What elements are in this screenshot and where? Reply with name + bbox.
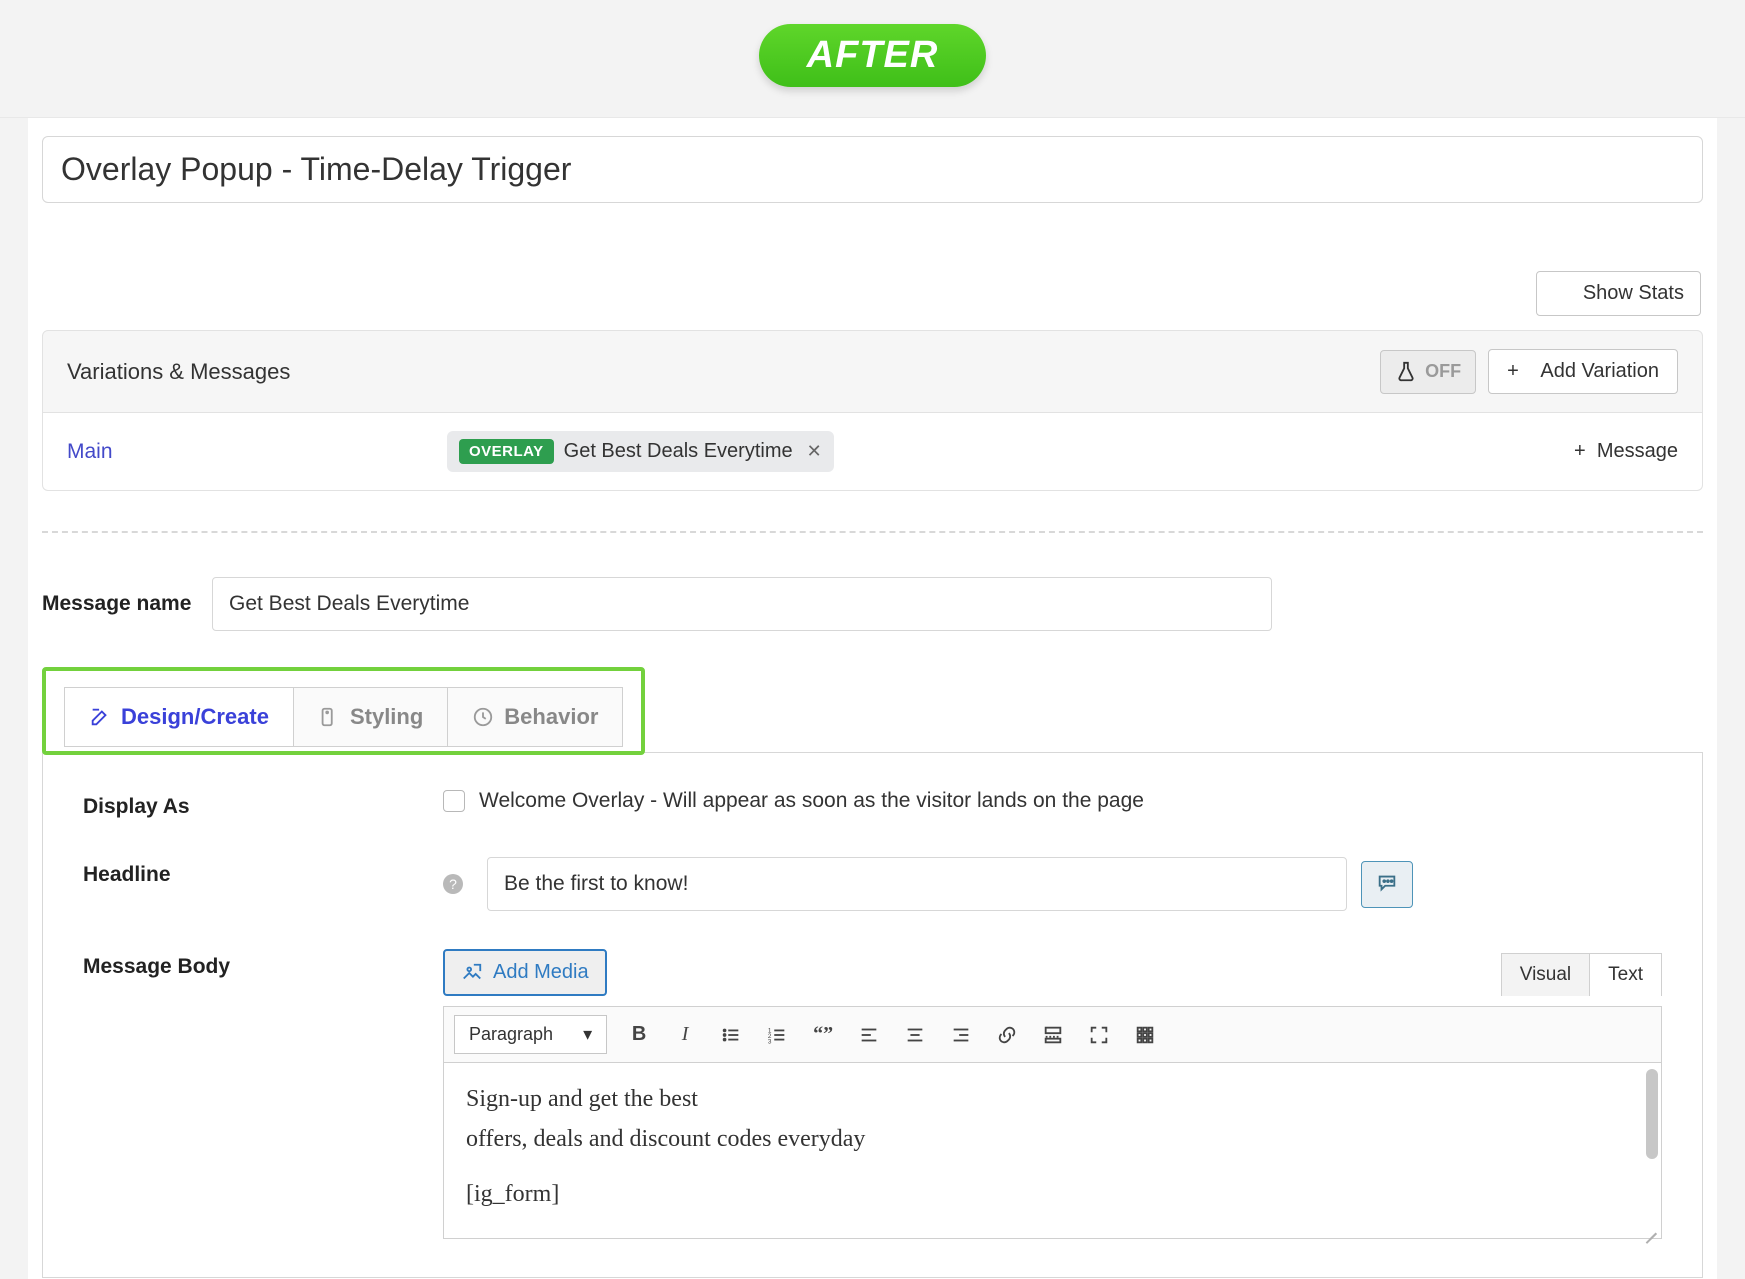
clock-icon — [472, 706, 494, 728]
align-right-button[interactable] — [947, 1024, 975, 1046]
variation-main-link[interactable]: Main — [67, 440, 447, 464]
read-more-button[interactable] — [1039, 1024, 1067, 1046]
bold-button[interactable]: B — [625, 1023, 653, 1046]
chevron-down-icon: ▾ — [583, 1024, 592, 1045]
chip-close-icon[interactable]: ✕ — [803, 441, 822, 462]
variations-header-bar: Variations & Messages OFF + Add Variatio… — [42, 330, 1703, 413]
page-container: Show Stats Variations & Messages OFF + A… — [28, 118, 1717, 1279]
tabs-highlight: Design/Create Styling Behavior — [42, 667, 645, 755]
add-message-label: Message — [1597, 440, 1678, 462]
headline-label: Headline — [83, 857, 443, 887]
design-panel: Display As Welcome Overlay - Will appear… — [42, 752, 1703, 1278]
add-media-label: Add Media — [493, 961, 589, 984]
svg-text:3: 3 — [768, 1038, 772, 1045]
after-badge: AFTER — [759, 24, 987, 87]
display-as-row: Display As Welcome Overlay - Will appear… — [83, 789, 1662, 819]
bullet-list-button[interactable] — [717, 1024, 745, 1046]
editor-tab-text[interactable]: Text — [1590, 953, 1662, 996]
align-center-button[interactable] — [901, 1024, 929, 1046]
body-line-3: [ig_form] — [466, 1178, 1639, 1212]
toggle-label: OFF — [1425, 361, 1461, 382]
body-line-1: Sign-up and get the best — [466, 1083, 1639, 1117]
message-body-editor[interactable]: Sign-up and get the best offers, deals a… — [443, 1063, 1662, 1239]
welcome-overlay-label: Welcome Overlay - Will appear as soon as… — [479, 789, 1144, 813]
message-body-label: Message Body — [83, 949, 443, 979]
headline-row: Headline ? — [83, 857, 1662, 911]
after-banner: AFTER — [0, 0, 1745, 118]
blockquote-button[interactable]: “” — [809, 1023, 837, 1046]
variations-title: Variations & Messages — [67, 359, 1380, 385]
fullscreen-button[interactable] — [1085, 1024, 1113, 1046]
editor-tab-visual[interactable]: Visual — [1501, 953, 1590, 996]
italic-button[interactable]: I — [671, 1023, 699, 1046]
flask-icon — [1395, 361, 1417, 383]
separator — [42, 531, 1703, 533]
message-name-input[interactable] — [212, 577, 1272, 631]
add-media-button[interactable]: Add Media — [443, 949, 607, 996]
overlay-tag: OVERLAY — [459, 439, 554, 464]
plus-icon: + — [1574, 440, 1586, 462]
tab-design-create[interactable]: Design/Create — [64, 687, 294, 747]
message-name-row: Message name — [42, 577, 1703, 631]
variation-row: Main OVERLAY Get Best Deals Everytime ✕ … — [42, 413, 1703, 491]
show-stats-label: Show Stats — [1583, 282, 1684, 305]
tab-behavior-label: Behavior — [504, 704, 598, 730]
pencil-square-icon — [89, 706, 111, 728]
tab-styling[interactable]: Styling — [294, 687, 448, 747]
resize-handle-icon[interactable] — [1643, 1220, 1657, 1234]
plus-icon: + — [1507, 360, 1519, 383]
editor-scrollbar[interactable] — [1646, 1069, 1658, 1159]
show-stats-button[interactable]: Show Stats — [1536, 271, 1701, 316]
headline-preview-button[interactable] — [1361, 861, 1413, 908]
media-icon — [461, 962, 483, 984]
palette-icon — [318, 706, 340, 728]
campaign-title-input[interactable] — [42, 136, 1703, 203]
tab-behavior[interactable]: Behavior — [448, 687, 623, 747]
format-select-label: Paragraph — [469, 1024, 553, 1045]
toolbar-toggle-button[interactable] — [1131, 1024, 1159, 1046]
body-line-2: offers, deals and discount codes everyda… — [466, 1123, 1639, 1157]
tab-design-label: Design/Create — [121, 704, 269, 730]
message-body-row: Message Body Add Media Visual Text Par — [83, 949, 1662, 1239]
add-variation-button[interactable]: + Add Variation — [1488, 349, 1678, 394]
add-variation-label: Add Variation — [1540, 360, 1659, 383]
link-button[interactable] — [993, 1024, 1021, 1046]
editor-tabs: Design/Create Styling Behavior — [64, 687, 623, 747]
message-chip[interactable]: OVERLAY Get Best Deals Everytime ✕ — [447, 431, 834, 472]
speech-bubble-icon — [1376, 872, 1398, 894]
message-name-label: Message name — [42, 592, 212, 616]
align-left-button[interactable] — [855, 1024, 883, 1046]
tab-styling-label: Styling — [350, 704, 423, 730]
help-icon[interactable]: ? — [443, 874, 463, 894]
editor-mode-tabs: Visual Text — [1501, 953, 1662, 996]
chip-label: Get Best Deals Everytime — [564, 440, 793, 463]
stats-row: Show Stats — [42, 271, 1703, 316]
bar-chart-icon — [1553, 283, 1575, 305]
numbered-list-button[interactable]: 123 — [763, 1024, 791, 1046]
headline-input[interactable] — [487, 857, 1347, 911]
welcome-overlay-checkbox[interactable] — [443, 790, 465, 812]
add-message-button[interactable]: + Message — [1574, 440, 1678, 463]
display-as-label: Display As — [83, 789, 443, 819]
ab-test-toggle[interactable]: OFF — [1380, 350, 1476, 394]
format-select[interactable]: Paragraph ▾ — [454, 1015, 607, 1054]
editor-toolbar: Paragraph ▾ B I 123 “” — [443, 1006, 1662, 1063]
